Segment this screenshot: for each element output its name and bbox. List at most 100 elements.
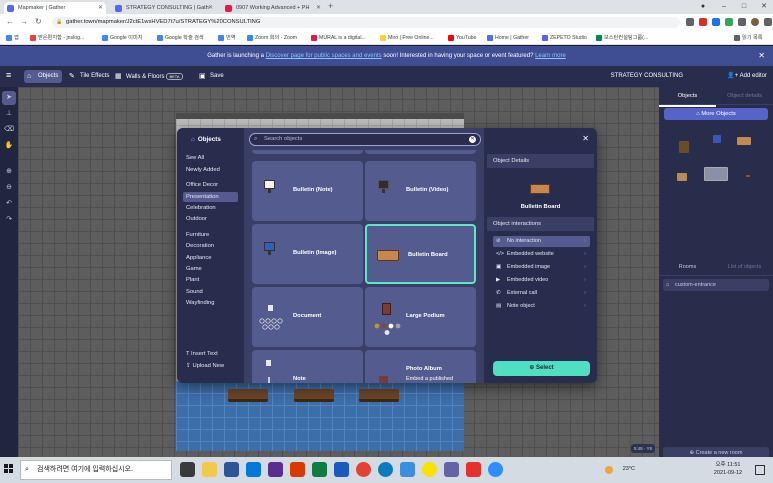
- app-icon[interactable]: [400, 462, 415, 477]
- bookmark-youtube[interactable]: YouTube: [448, 31, 476, 44]
- search-objects-input[interactable]: ⌕ Search objects ✕: [249, 133, 481, 146]
- category-outdoor[interactable]: Outdoor: [183, 214, 238, 224]
- store-icon[interactable]: [246, 462, 261, 477]
- zoom-in-icon[interactable]: ⊕: [2, 165, 16, 179]
- monitor-thumbnail[interactable]: [713, 135, 721, 143]
- close-window-icon[interactable]: ✕: [755, 0, 773, 14]
- chrome-icon[interactable]: [356, 462, 371, 477]
- redo-icon[interactable]: ↷: [2, 213, 16, 227]
- bench-object[interactable]: [294, 389, 334, 402]
- category-celebration[interactable]: Celebration: [183, 203, 238, 213]
- new-tab-icon[interactable]: +: [328, 1, 333, 11]
- category-wayfinding[interactable]: Wayfinding: [183, 298, 238, 308]
- teams-icon[interactable]: [444, 462, 459, 477]
- hand-tool-icon[interactable]: ✋: [2, 139, 16, 153]
- plant-thumbnail[interactable]: [679, 141, 689, 153]
- object-card-bulletin-video[interactable]: Bulletin (Video): [365, 161, 476, 221]
- object-card-document[interactable]: Document: [252, 287, 363, 347]
- bookmark-google-images[interactable]: Google 이미지: [102, 31, 143, 44]
- close-tab-icon[interactable]: ✕: [98, 2, 103, 14]
- room-item[interactable]: ⌂ custom-entrance: [663, 279, 769, 291]
- avatar[interactable]: [751, 18, 759, 26]
- mail-icon[interactable]: [224, 462, 239, 477]
- objects-tool-button[interactable]: ⌂ Objects: [24, 70, 63, 83]
- object-card-partial[interactable]: [252, 150, 363, 154]
- file-explorer-icon[interactable]: [202, 462, 217, 477]
- undo-icon[interactable]: ↶: [2, 197, 16, 211]
- extension-icon[interactable]: [699, 18, 707, 26]
- reading-list[interactable]: 읽기 목록: [734, 31, 763, 44]
- close-tab-icon[interactable]: ✕: [316, 2, 321, 14]
- object-card-note[interactable]: Note: [252, 350, 363, 383]
- category-appliance[interactable]: Appliance: [183, 253, 238, 263]
- excel-icon[interactable]: [312, 462, 327, 477]
- close-tab-icon[interactable]: ✕: [208, 2, 213, 14]
- maximize-icon[interactable]: □: [735, 0, 753, 14]
- object-card-bulletin-image[interactable]: Bulletin (Image): [252, 224, 363, 284]
- option-embedded-website[interactable]: </> Embedded website ›: [493, 249, 590, 260]
- clock[interactable]: 오후 11:51 2021-09-12: [711, 461, 745, 477]
- back-icon[interactable]: ←: [6, 17, 14, 26]
- more-objects-button[interactable]: ⌂ More Objects: [664, 108, 768, 120]
- bookmark-translate[interactable]: 번역: [218, 31, 236, 44]
- option-external-call[interactable]: ✆ External call ›: [493, 288, 590, 299]
- bookmark-bcg[interactable]: 보스턴컨설팅그룹(...: [596, 31, 648, 44]
- upload-new-button[interactable]: ⇪ Upload New: [186, 363, 224, 369]
- small-thumbnail[interactable]: [746, 175, 750, 177]
- category-presentation[interactable]: Presentation: [183, 192, 238, 202]
- category-see-all[interactable]: See All: [183, 153, 238, 163]
- tab-object-details[interactable]: Object details: [716, 87, 773, 105]
- weather-temp[interactable]: 23°C: [623, 466, 635, 472]
- option-note-object[interactable]: ▤ Note object ›: [493, 301, 590, 312]
- bookmark-mural[interactable]: MURAL is a digital...: [311, 31, 366, 44]
- acrobat-icon[interactable]: [466, 462, 481, 477]
- close-modal-icon[interactable]: ✕: [582, 134, 589, 143]
- category-newly-added[interactable]: Newly Added: [183, 165, 238, 175]
- object-card-bulletin-board[interactable]: Bulletin Board: [365, 224, 476, 284]
- edge-icon[interactable]: [378, 462, 393, 477]
- object-card-photo-album[interactable]: Photo Album Embed a published: [365, 350, 476, 383]
- share-icon[interactable]: [686, 18, 694, 26]
- taskbar-search-input[interactable]: ⌕ 검색하려면 여기에 입력하십시오.: [20, 460, 172, 480]
- object-card-bulletin-note[interactable]: Bulletin (Note): [252, 161, 363, 221]
- app-icon[interactable]: [268, 462, 283, 477]
- browser-tab-3[interactable]: 0907 Working Advanced + PH ✕: [222, 2, 324, 14]
- option-embedded-image[interactable]: ▣ Embedded image ›: [493, 262, 590, 273]
- profile-icon[interactable]: ●: [694, 0, 712, 14]
- puzzle-icon[interactable]: [738, 18, 746, 26]
- learn-more-link[interactable]: Learn more: [535, 53, 566, 59]
- powerpoint-icon[interactable]: [290, 462, 305, 477]
- category-decoration[interactable]: Decoration: [183, 241, 238, 251]
- minimize-icon[interactable]: –: [715, 0, 733, 14]
- hamburger-menu-icon[interactable]: ≡: [6, 70, 11, 80]
- banner-close-icon[interactable]: ✕: [758, 46, 765, 66]
- box-thumbnail[interactable]: [677, 173, 687, 181]
- tile-effects-button[interactable]: ✎ Tile Effects: [66, 70, 113, 83]
- windows-start-icon[interactable]: [4, 464, 14, 474]
- stamp-tool-icon[interactable]: ⊥: [2, 107, 16, 121]
- save-button[interactable]: ▣ Save: [196, 70, 228, 83]
- option-no-interaction[interactable]: ⊘ No interaction ›: [493, 236, 590, 247]
- menu-dots-icon[interactable]: [764, 18, 772, 26]
- zoom-out-icon[interactable]: ⊖: [2, 181, 16, 195]
- bulletin-thumbnail[interactable]: [737, 137, 751, 145]
- whiteboard-thumbnail[interactable]: [704, 167, 728, 181]
- forward-icon[interactable]: →: [20, 17, 28, 26]
- browser-tab-1[interactable]: Mapmaker | Gather ✕: [4, 2, 106, 14]
- notification-icon[interactable]: [755, 465, 765, 475]
- bookmark-miro[interactable]: Miro | Free Online...: [380, 31, 434, 44]
- category-game[interactable]: Game: [183, 264, 238, 274]
- bench-object[interactable]: [228, 389, 268, 402]
- bookmark-zoom[interactable]: Zoom 회의 - Zoom: [247, 31, 297, 44]
- walls-floors-button[interactable]: ▦ Walls & Floors BETA: [112, 70, 187, 83]
- extension-icon[interactable]: [725, 18, 733, 26]
- bookmark-gather[interactable]: Home | Gather: [487, 31, 529, 44]
- category-furniture[interactable]: Furniture: [183, 230, 238, 240]
- translate-icon[interactable]: [712, 18, 720, 26]
- reload-icon[interactable]: ↻: [35, 17, 42, 26]
- banner-discover-link[interactable]: Discover page for public spaces and even…: [266, 53, 382, 59]
- tab-list-of-objects[interactable]: List of objects: [716, 259, 773, 276]
- category-office-decor[interactable]: Office Decor: [183, 180, 238, 190]
- category-plant[interactable]: Plant: [183, 275, 238, 285]
- bookmark-gmail[interactable]: 받은편지함 - jnslog...: [30, 31, 84, 44]
